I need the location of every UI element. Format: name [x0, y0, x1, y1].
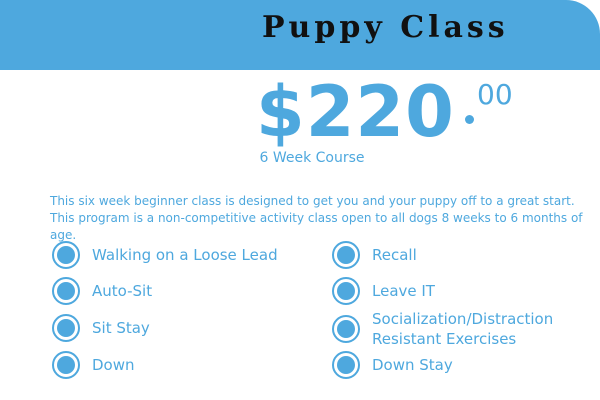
feature-label: Down Stay: [372, 356, 453, 374]
feature-label: Recall: [372, 246, 417, 264]
feature-label: Leave IT: [372, 282, 435, 300]
feature-label: Auto-Sit: [92, 282, 153, 300]
bullet-icon: [332, 315, 360, 343]
course-duration: 6 Week Course: [259, 150, 365, 166]
bullet-icon: [332, 277, 360, 305]
price-cents: 00: [477, 78, 513, 111]
bullet-icon: [52, 241, 80, 269]
price-decimal-dot: [465, 115, 474, 124]
feature-label: Down: [92, 356, 135, 374]
feature-label: Socialization/Distraction Resistant Exer…: [372, 309, 553, 349]
bullet-icon: [52, 314, 80, 342]
price: $220 00: [256, 71, 513, 153]
feature-item: Down: [52, 351, 135, 379]
bullet-icon: [52, 277, 80, 305]
feature-item: Sit Stay: [52, 314, 150, 342]
feature-label-line2: Resistant Exercises: [372, 330, 517, 348]
feature-item: Leave IT: [332, 277, 435, 305]
feature-label: Walking on a Loose Lead: [92, 246, 278, 264]
feature-label-line1: Socialization/Distraction: [372, 310, 554, 328]
bullet-icon: [332, 351, 360, 379]
feature-item: Socialization/Distraction Resistant Exer…: [332, 309, 553, 349]
feature-item: Recall: [332, 241, 417, 269]
bullet-icon: [52, 351, 80, 379]
class-description: This six week beginner class is designed…: [50, 194, 583, 242]
feature-item: Walking on a Loose Lead: [52, 241, 278, 269]
feature-item: Auto-Sit: [52, 277, 152, 305]
bullet-icon: [332, 241, 360, 269]
feature-item: Down Stay: [332, 351, 453, 379]
page-title: Puppy Class: [262, 10, 509, 45]
feature-label: Sit Stay: [92, 319, 150, 337]
header-banner: Puppy Class: [0, 0, 600, 70]
price-dollars: $220: [256, 71, 455, 153]
